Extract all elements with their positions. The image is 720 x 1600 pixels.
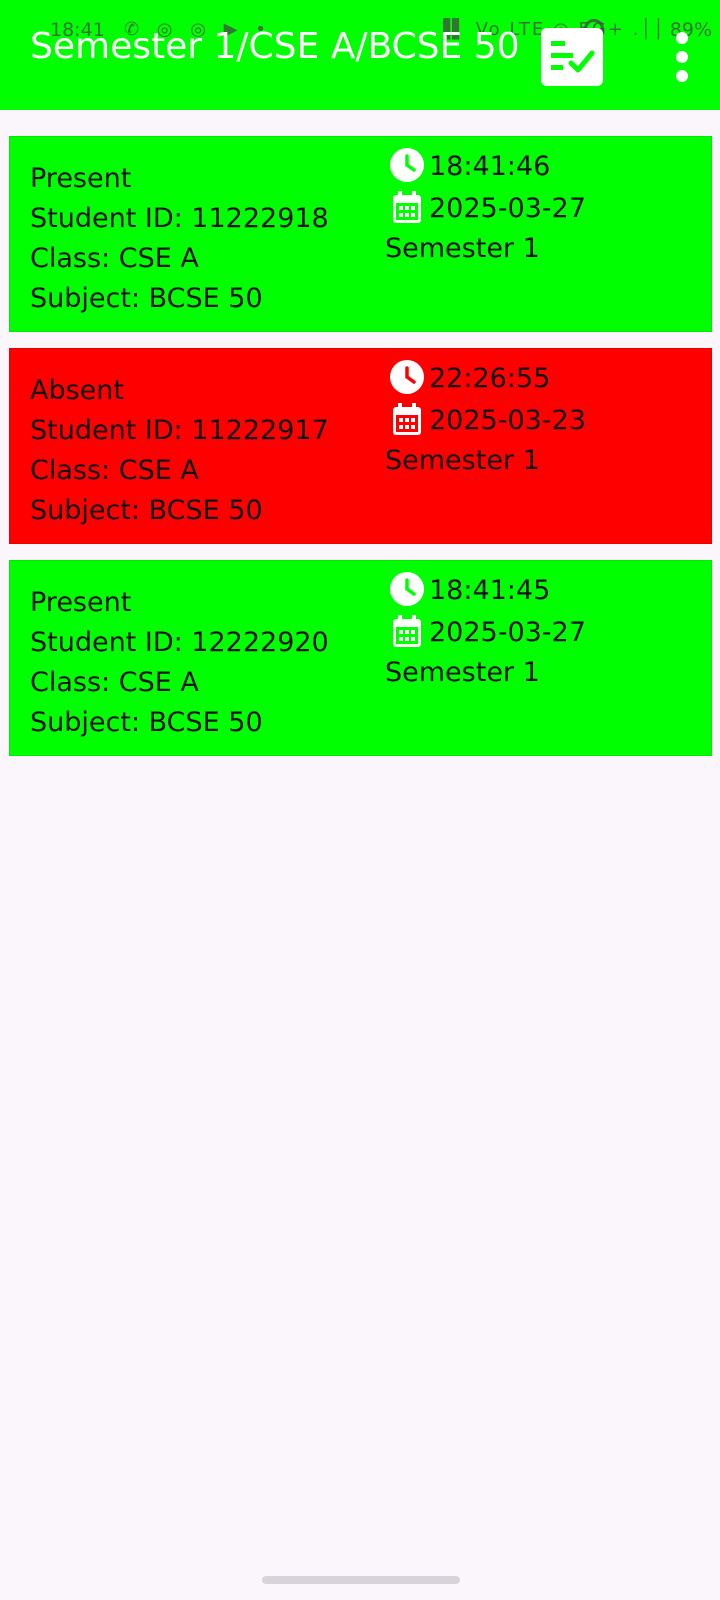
record-date: 2025-03-27 bbox=[429, 193, 586, 224]
record-time: 18:41:46 bbox=[429, 151, 551, 182]
student-id: Student ID: 11222917 bbox=[30, 415, 329, 446]
card-meta: 18:41:46 2025-03-27 Semester 1 bbox=[385, 147, 586, 264]
record-semester: Semester 1 bbox=[385, 445, 540, 476]
record-time: 18:41:45 bbox=[429, 575, 551, 606]
card-details: Present Student ID: 12222920 Class: CSE … bbox=[30, 583, 329, 743]
clock-icon bbox=[390, 148, 424, 182]
student-id: Student ID: 11222918 bbox=[30, 203, 329, 234]
calendar-icon bbox=[393, 403, 421, 435]
checklist-button[interactable] bbox=[541, 28, 603, 86]
more-options-button[interactable] bbox=[670, 30, 694, 84]
checklist-icon bbox=[551, 41, 595, 73]
card-meta: 18:41:45 2025-03-27 Semester 1 bbox=[385, 571, 586, 688]
student-id: Student ID: 12222920 bbox=[30, 627, 329, 658]
subject-label: Subject: BCSE 50 bbox=[30, 495, 263, 526]
class-label: Class: CSE A bbox=[30, 667, 199, 698]
card-details: Present Student ID: 11222918 Class: CSE … bbox=[30, 159, 329, 319]
more-vert-dot bbox=[676, 51, 688, 63]
class-label: Class: CSE A bbox=[30, 243, 199, 274]
class-label: Class: CSE A bbox=[30, 455, 199, 486]
subject-label: Subject: BCSE 50 bbox=[30, 707, 263, 738]
record-time: 22:26:55 bbox=[429, 363, 551, 394]
record-semester: Semester 1 bbox=[385, 657, 540, 688]
attendance-status: Present bbox=[30, 587, 132, 618]
subject-label: Subject: BCSE 50 bbox=[30, 283, 263, 314]
card-details: Absent Student ID: 11222917 Class: CSE A… bbox=[30, 371, 329, 531]
record-date: 2025-03-27 bbox=[429, 617, 586, 648]
clock-icon bbox=[390, 572, 424, 606]
attendance-card[interactable]: Absent Student ID: 11222917 Class: CSE A… bbox=[9, 348, 712, 544]
more-vert-dot bbox=[676, 70, 688, 82]
attendance-status: Absent bbox=[30, 375, 124, 406]
record-semester: Semester 1 bbox=[385, 233, 540, 264]
more-vert-icon bbox=[676, 32, 688, 44]
calendar-icon bbox=[393, 615, 421, 647]
attendance-status: Present bbox=[30, 163, 132, 194]
clock-icon bbox=[390, 360, 424, 394]
card-meta: 22:26:55 2025-03-23 Semester 1 bbox=[385, 359, 586, 476]
page-title: Semester 1/CSE A/BCSE 50 bbox=[30, 26, 520, 67]
record-date: 2025-03-23 bbox=[429, 405, 586, 436]
calendar-icon bbox=[393, 191, 421, 223]
app-bar: 18:41 ✆ ◎ ◎ ▶ • ▐▌ Vo LTE ◎ 5G+ .││ 89% … bbox=[0, 0, 720, 110]
attendance-card[interactable]: Present Student ID: 12222920 Class: CSE … bbox=[9, 560, 712, 756]
attendance-card[interactable]: Present Student ID: 11222918 Class: CSE … bbox=[9, 136, 712, 332]
gesture-nav-handle[interactable] bbox=[262, 1576, 460, 1584]
